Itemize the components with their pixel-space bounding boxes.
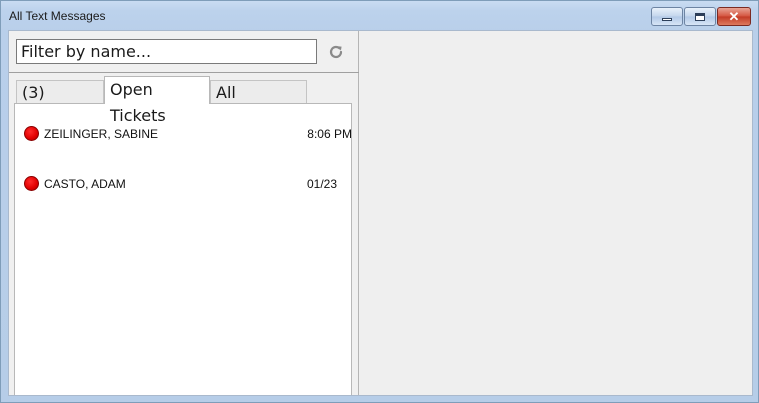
- refresh-icon: [329, 45, 343, 59]
- status-dot-icon: [24, 126, 39, 141]
- tab-all-messages[interactable]: All Messages: [210, 80, 307, 126]
- message-detail-panel: [360, 31, 752, 395]
- tab-unread[interactable]: (3) Unread: [16, 80, 104, 126]
- tab-open-tickets[interactable]: Open Tickets: [104, 76, 210, 125]
- contact-name: ZEILINGER, SABINE: [44, 127, 159, 141]
- contact-name: CASTO, ADAM: [44, 177, 126, 191]
- refresh-button[interactable]: [327, 43, 345, 61]
- app-window: All Text Messages ✕ Filter by name... (3…: [0, 0, 759, 403]
- close-icon: ✕: [728, 9, 740, 24]
- maximize-icon: [695, 12, 705, 21]
- maximize-button[interactable]: [684, 7, 716, 26]
- status-dot-icon: [24, 176, 39, 191]
- separator: [9, 72, 359, 73]
- filter-input[interactable]: Filter by name...: [16, 39, 317, 64]
- message-list-panel: Filter by name... (3) Unread Open Ticket…: [9, 31, 359, 395]
- message-time: 8:06 PM: [307, 127, 352, 141]
- message-time: 01/23: [306, 177, 337, 191]
- window-title: All Text Messages: [9, 9, 106, 23]
- close-button[interactable]: ✕: [717, 7, 751, 26]
- message-list: ZEILINGER, SABINE 8:06 PM CASTO, ADAM 01…: [14, 103, 352, 395]
- list-item[interactable]: ZEILINGER, SABINE 8:06 PM: [15, 123, 352, 145]
- list-item[interactable]: CASTO, ADAM 01/23: [15, 173, 351, 195]
- minimize-icon: [662, 18, 672, 21]
- client-area: Filter by name... (3) Unread Open Ticket…: [8, 30, 753, 396]
- minimize-button[interactable]: [651, 7, 683, 26]
